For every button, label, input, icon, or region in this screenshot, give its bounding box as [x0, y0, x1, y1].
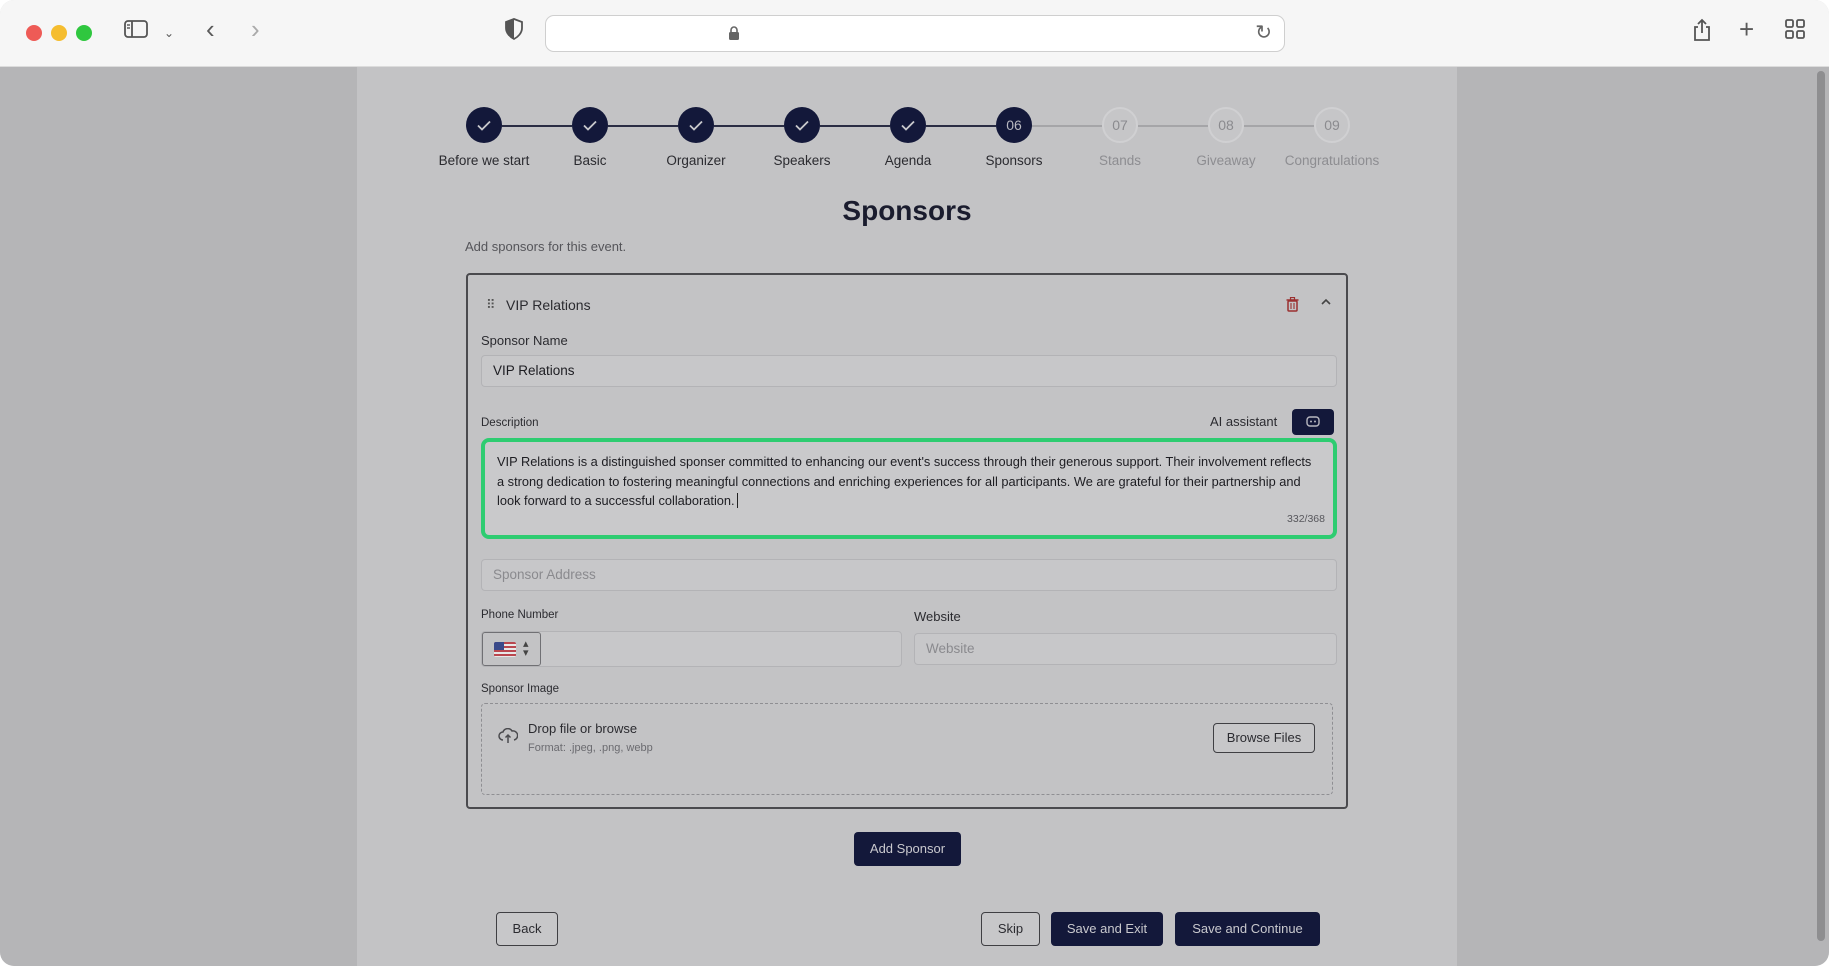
- step-label: Agenda: [884, 153, 932, 168]
- step-number: 06: [996, 107, 1032, 143]
- browser-window: ⌄ ‹ › ↻ + Before we start Basic Organizer S…: [0, 0, 1829, 966]
- page-subtitle: Add sponsors for this event.: [465, 239, 627, 254]
- step-before-we-start[interactable]: Before we start: [424, 107, 544, 168]
- step-giveaway[interactable]: 08 Giveaway: [1166, 107, 1286, 168]
- phone-number-label: Phone Number: [481, 609, 559, 621]
- step-congratulations[interactable]: 09 Congratulations: [1272, 107, 1392, 168]
- description-label: Description: [481, 417, 539, 429]
- sponsor-name-label: Sponsor Name: [481, 333, 568, 348]
- checkmark-icon: [784, 107, 820, 143]
- share-icon[interactable]: [1692, 18, 1712, 51]
- save-and-continue-button[interactable]: Save and Continue: [1175, 912, 1320, 946]
- step-sponsors[interactable]: 06 Sponsors: [954, 107, 1074, 168]
- step-speakers[interactable]: Speakers: [742, 107, 862, 168]
- progress-stepper: Before we start Basic Organizer Speakers Age…: [420, 107, 1400, 187]
- collapse-chevron-icon[interactable]: [1320, 295, 1332, 310]
- step-label: Basic: [573, 153, 607, 168]
- step-number: 07: [1102, 107, 1138, 143]
- phone-number-input[interactable]: ▴ ▾: [481, 631, 902, 667]
- checkmark-icon: [678, 107, 714, 143]
- image-dropzone[interactable]: Drop file or browse Format: .jpeg, .png,…: [481, 703, 1333, 795]
- sponsor-address-input[interactable]: Sponsor Address: [481, 559, 1337, 591]
- minimize-window-button[interactable]: [51, 25, 67, 41]
- step-organizer[interactable]: Organizer: [636, 107, 756, 168]
- address-bar[interactable]: ↻: [545, 15, 1285, 52]
- step-basic[interactable]: Basic: [530, 107, 650, 168]
- description-text: VIP Relations is a distinguished sponser…: [497, 454, 1312, 508]
- sidebar-toggle-icon[interactable]: [124, 18, 148, 48]
- page-title: Sponsors: [842, 195, 972, 226]
- drop-title: Drop file or browse: [528, 721, 638, 736]
- add-sponsor-button[interactable]: Add Sponsor: [854, 832, 961, 866]
- tab-overview-icon[interactable]: [1785, 18, 1805, 48]
- us-flag-icon: [494, 642, 516, 657]
- page-viewport: Before we start Basic Organizer Speakers Age…: [0, 67, 1829, 966]
- lock-icon: [729, 26, 739, 40]
- zoom-window-button[interactable]: [76, 25, 92, 41]
- country-code-select[interactable]: ▴ ▾: [482, 632, 541, 666]
- step-agenda[interactable]: Agenda: [848, 107, 968, 168]
- drag-handle-icon[interactable]: ⠿: [486, 297, 495, 313]
- reload-icon[interactable]: ↻: [1255, 20, 1272, 45]
- forward-arrow-icon[interactable]: ›: [251, 14, 260, 44]
- step-number: 09: [1314, 107, 1350, 143]
- save-and-exit-button[interactable]: Save and Exit: [1051, 912, 1163, 946]
- step-label: Sponsors: [985, 153, 1043, 168]
- back-button[interactable]: Back: [496, 912, 558, 946]
- browser-toolbar: ⌄ ‹ › ↻ +: [0, 0, 1829, 67]
- back-arrow-icon[interactable]: ‹: [206, 14, 215, 44]
- checkmark-icon: [890, 107, 926, 143]
- step-label: Speakers: [773, 153, 831, 168]
- chevron-down-icon[interactable]: ⌄: [164, 18, 174, 48]
- sponsor-card-title: VIP Relations: [506, 297, 591, 313]
- page-scrollbar[interactable]: [1817, 71, 1825, 941]
- sponsor-image-label: Sponsor Image: [481, 683, 559, 695]
- step-label: Congratulations: [1284, 153, 1380, 168]
- checkmark-icon: [466, 107, 502, 143]
- cloud-upload-icon: [498, 727, 519, 749]
- skip-button[interactable]: Skip: [981, 912, 1040, 946]
- step-stands[interactable]: 07 Stands: [1060, 107, 1180, 168]
- drop-format-hint: Format: .jpeg, .png, webp: [528, 742, 653, 754]
- checkmark-icon: [572, 107, 608, 143]
- close-window-button[interactable]: [26, 25, 42, 41]
- step-number: 08: [1208, 107, 1244, 143]
- website-input[interactable]: Website: [914, 633, 1337, 665]
- browse-files-button[interactable]: Browse Files: [1213, 723, 1315, 753]
- sponsor-card: ⠿ VIP Relations Sponsor Name VIP Relatio…: [466, 273, 1348, 809]
- text-cursor: [736, 493, 742, 508]
- ai-chat-icon: [1306, 416, 1320, 427]
- website-label: Website: [914, 609, 961, 624]
- character-counter: 332/368: [1287, 512, 1325, 525]
- trash-icon[interactable]: [1286, 296, 1299, 315]
- ai-assistant-label: AI assistant: [1210, 414, 1278, 429]
- new-tab-icon[interactable]: +: [1739, 14, 1754, 44]
- ai-assistant-button[interactable]: [1292, 409, 1334, 435]
- privacy-shield-icon[interactable]: [505, 18, 523, 49]
- sponsor-name-input[interactable]: VIP Relations: [481, 355, 1337, 387]
- step-label: Stands: [1098, 153, 1142, 168]
- step-label: Before we start: [438, 153, 530, 168]
- step-label: Organizer: [666, 153, 726, 168]
- description-textarea[interactable]: VIP Relations is a distinguished sponser…: [481, 438, 1337, 539]
- sort-arrows-icon: ▴ ▾: [523, 638, 529, 659]
- step-label: Giveaway: [1196, 153, 1256, 168]
